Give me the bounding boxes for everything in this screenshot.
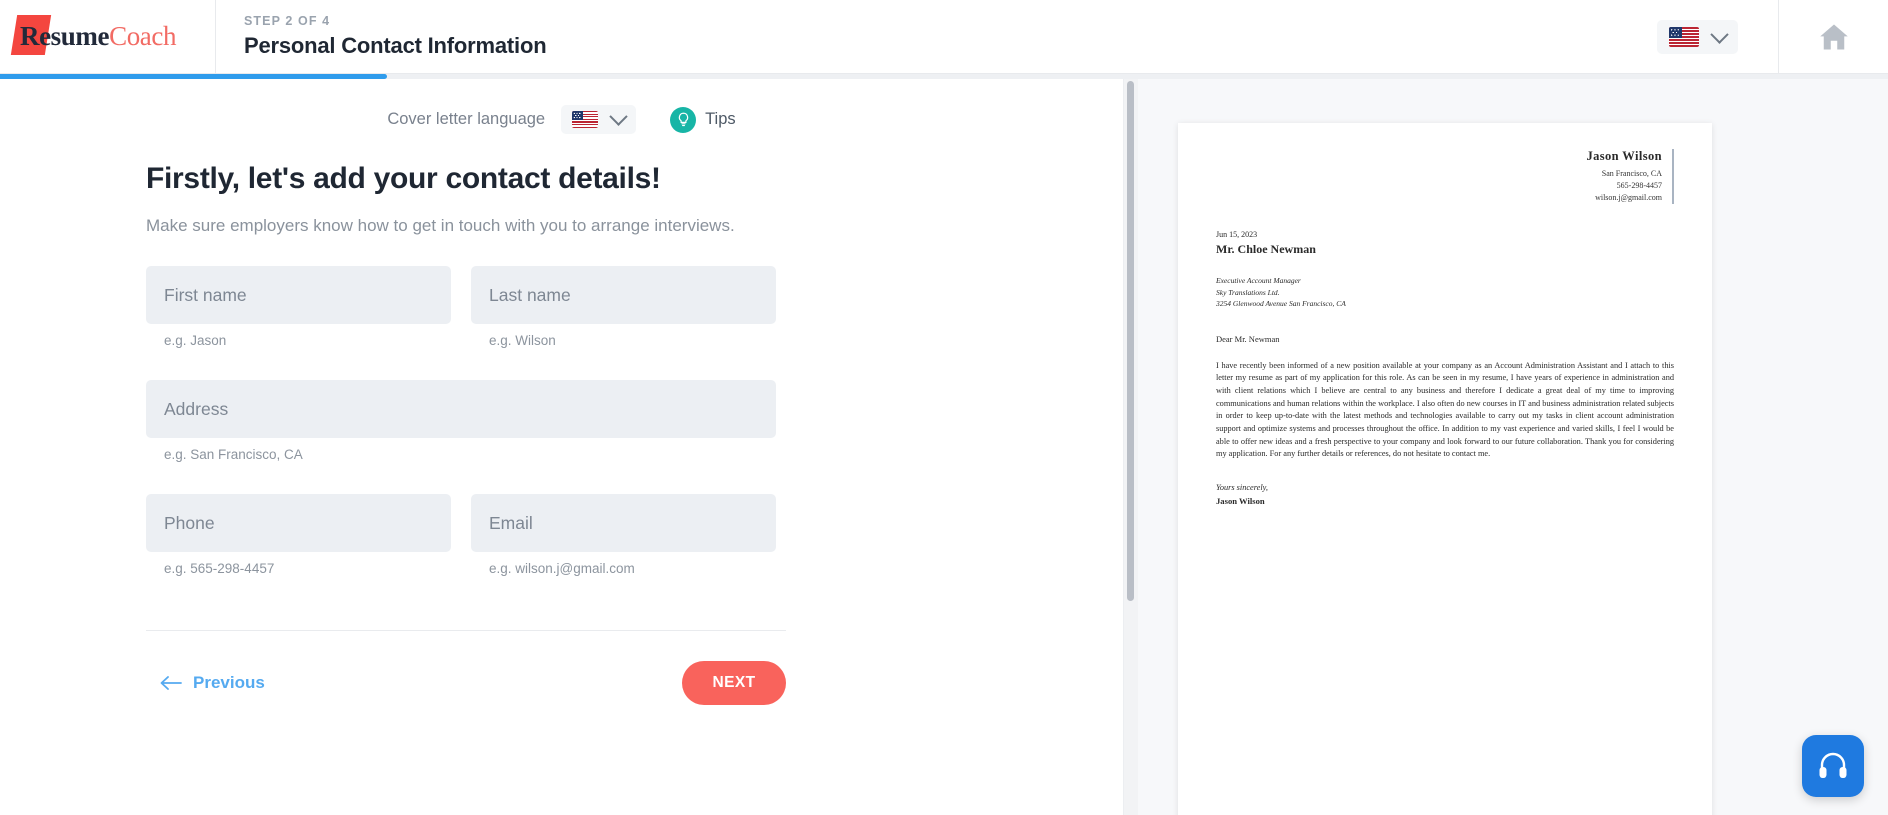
cover-letter-preview[interactable]: Jason Wilson San Francisco, CA 565-298-4… — [1178, 123, 1712, 815]
last-name-input[interactable] — [471, 266, 776, 324]
first-name-field-group: e.g. Jason — [146, 266, 451, 348]
step-counter: STEP 2 OF 4 — [244, 14, 331, 28]
letter-salutation: Dear Mr. Newman — [1216, 333, 1280, 344]
cover-letter-language-selector[interactable] — [561, 105, 637, 134]
logo-text-coach: Coach — [109, 21, 177, 51]
form-divider — [146, 630, 786, 631]
chevron-down-icon — [1710, 24, 1729, 44]
address-field-group: e.g. San Francisco, CA — [146, 380, 776, 462]
address-input[interactable] — [146, 380, 776, 438]
preview-pane: Jason Wilson San Francisco, CA 565-298-4… — [1123, 79, 1888, 815]
resumecoach-logo[interactable]: Resume Coach — [10, 15, 177, 55]
logo-text-resume: Resume — [20, 21, 110, 51]
email-field-group: e.g. wilson.j@gmail.com — [471, 494, 776, 576]
phone-hint: e.g. 565-298-4457 — [164, 561, 275, 576]
letter-recipient-company: Sky Translations Ltd. — [1216, 287, 1280, 297]
step-indicator: STEP 2 OF 4 Personal Contact Information — [216, 14, 547, 59]
phone-input[interactable] — [146, 494, 451, 552]
name-field-row: e.g. Jason e.g. Wilson — [146, 266, 786, 358]
letter-sender-email: wilson.j@gmail.com — [1595, 193, 1662, 202]
letter-sender-phone: 565-298-4457 — [1616, 181, 1662, 190]
last-name-hint: e.g. Wilson — [489, 333, 556, 348]
cover-letter-language-label: Cover letter language — [387, 110, 546, 128]
form-subheading: Make sure employers know how to get in t… — [146, 216, 735, 235]
first-name-input[interactable] — [146, 266, 451, 324]
page-body: Cover letter language Tips Firstly, let'… — [0, 79, 1888, 815]
header-actions — [1657, 0, 1888, 74]
tips-button[interactable]: Tips — [670, 106, 736, 133]
letter-recipient-details: Executive Account Manager Sky Translatio… — [1216, 275, 1674, 310]
first-name-hint: e.g. Jason — [164, 333, 227, 348]
letter-recipient-name: Mr. Chloe Newman — [1216, 242, 1316, 256]
contact-field-row: e.g. 565-298-4457 e.g. wilson.j@gmail.co… — [146, 494, 786, 586]
cover-letter-language-row: Cover letter language Tips — [0, 105, 1123, 134]
contact-form: Firstly, let's add your contact details!… — [146, 162, 786, 586]
field-spacer — [146, 358, 786, 380]
email-hint: e.g. wilson.j@gmail.com — [489, 561, 635, 576]
tips-label: Tips — [705, 110, 736, 128]
field-spacer — [146, 472, 786, 494]
letter-closing: Yours sincerely, — [1216, 482, 1268, 492]
chevron-down-icon — [609, 107, 628, 126]
letter-signature: Jason Wilson — [1216, 495, 1265, 506]
preview-scrollbar-track[interactable] — [1124, 79, 1138, 815]
logo-zone[interactable]: Resume Coach — [0, 0, 216, 74]
letter-date: Jun 15, 2023 — [1216, 230, 1258, 239]
letter-recipient-address: 3254 Glenwood Avenue San Francisco, CA — [1216, 299, 1346, 309]
form-navigation: Previous NEXT — [146, 661, 786, 705]
support-chat-button[interactable] — [1802, 735, 1864, 797]
us-flag-icon — [1669, 27, 1699, 47]
preview-scrollbar-thumb[interactable] — [1127, 81, 1134, 601]
letter-body: I have recently been informed of a new p… — [1216, 360, 1674, 459]
form-heading: Firstly, let's add your contact details! — [146, 162, 661, 195]
arrow-left-icon — [160, 676, 182, 690]
last-name-field-group: e.g. Wilson — [471, 266, 776, 348]
next-button[interactable]: NEXT — [682, 661, 786, 705]
headset-icon — [1819, 752, 1847, 778]
letter-recipient-title: Executive Account Manager — [1216, 276, 1301, 285]
letter-sender-city: San Francisco, CA — [1601, 169, 1662, 178]
header-language-selector[interactable] — [1657, 20, 1738, 54]
previous-label: Previous — [193, 673, 265, 692]
home-button[interactable] — [1778, 0, 1888, 74]
letter-sender-name: Jason Wilson — [1586, 149, 1662, 163]
home-icon — [1819, 24, 1848, 50]
lightbulb-icon — [670, 106, 697, 133]
letter-sender-block: Jason Wilson San Francisco, CA 565-298-4… — [1216, 149, 1674, 204]
us-flag-icon — [572, 111, 599, 128]
form-pane: Cover letter language Tips Firstly, let'… — [0, 79, 1123, 815]
email-input[interactable] — [471, 494, 776, 552]
previous-button[interactable]: Previous — [146, 673, 265, 693]
app-header: Resume Coach STEP 2 OF 4 Personal Contact… — [0, 0, 1888, 74]
address-hint: e.g. San Francisco, CA — [164, 447, 303, 462]
phone-field-group: e.g. 565-298-4457 — [146, 494, 451, 576]
page-title: Personal Contact Information — [244, 33, 547, 58]
